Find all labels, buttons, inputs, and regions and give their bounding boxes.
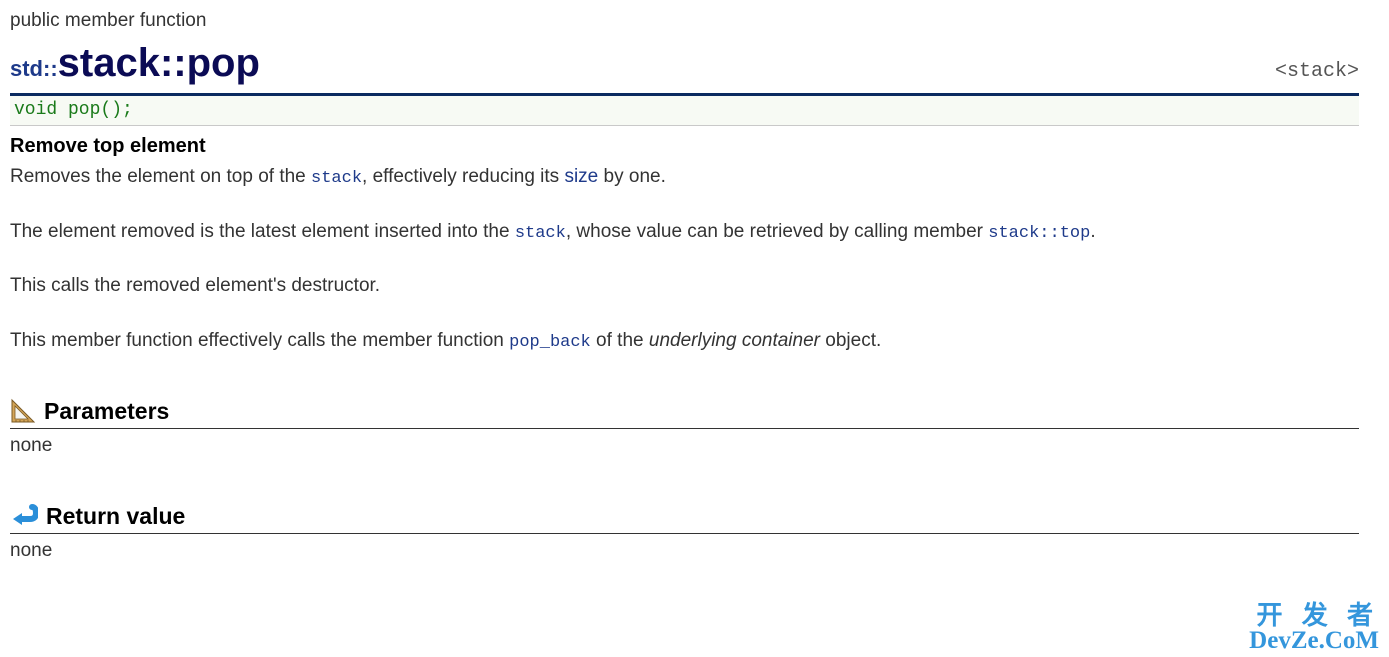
parameters-heading-text: Parameters [44, 395, 169, 427]
underlying-container-term: underlying container [649, 330, 820, 351]
description-paragraph-2: The element removed is the latest elemen… [10, 219, 1359, 246]
size-link[interactable]: size [564, 166, 598, 187]
category-label: public member function [10, 8, 1359, 35]
watermark: 开 发 者 DevZe.CoM [1249, 602, 1379, 653]
text: . [1090, 221, 1095, 242]
return-value-heading: Return value [10, 500, 1359, 534]
text: This member function effectively calls t… [10, 330, 509, 351]
description-paragraph-3: This calls the removed element's destruc… [10, 273, 1359, 300]
text: , effectively reducing its [362, 166, 564, 187]
return-arrow-icon [10, 503, 38, 529]
watermark-line-2: DevZe.CoM [1249, 628, 1379, 653]
namespace-prefix: std:: [10, 56, 58, 81]
description-paragraph-4: This member function effectively calls t… [10, 328, 1359, 355]
text: by one. [598, 166, 666, 187]
return-value-heading-text: Return value [46, 500, 185, 532]
page-title: std::stack::pop [10, 35, 260, 91]
return-value-content: none [10, 538, 1359, 565]
subtitle: Remove top element [10, 132, 1359, 160]
parameters-content: none [10, 433, 1359, 460]
pop-back-link[interactable]: pop_back [509, 333, 591, 352]
description-paragraph-1: Removes the element on top of the stack,… [10, 164, 1359, 191]
triangle-ruler-icon [10, 398, 36, 424]
text: Removes the element on top of the [10, 166, 311, 187]
scope-separator: :: [160, 41, 187, 85]
class-name: stack [58, 41, 160, 85]
text: The element removed is the latest elemen… [10, 221, 515, 242]
page-title-row: std::stack::pop <stack> [10, 35, 1359, 96]
text: , whose value can be retrieved by callin… [566, 221, 988, 242]
header-tag: <stack> [1275, 58, 1359, 86]
function-name: pop [187, 41, 260, 85]
stack-top-link[interactable]: stack::top [988, 224, 1090, 243]
text: of the [591, 330, 649, 351]
parameters-heading: Parameters [10, 395, 1359, 429]
watermark-line-1: 开 发 者 [1249, 602, 1379, 628]
stack-link[interactable]: stack [311, 169, 362, 188]
stack-link[interactable]: stack [515, 224, 566, 243]
text: object. [820, 330, 881, 351]
signature-box: void pop(); [10, 96, 1359, 126]
